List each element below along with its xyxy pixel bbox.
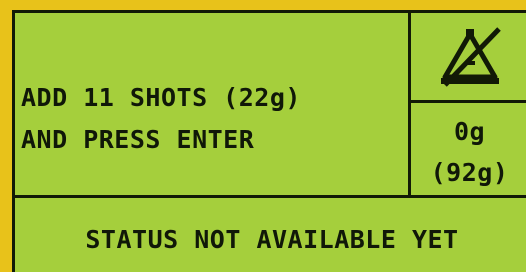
lcd-screen: ADD 11 SHOTS (22g) AND PRESS ENTER 0g (9… xyxy=(12,10,526,272)
status-message: STATUS NOT AVAILABLE YET xyxy=(85,225,459,254)
warning-icon-box xyxy=(411,13,526,101)
status-divider xyxy=(15,195,526,198)
instruction-line-2: AND PRESS ENTER xyxy=(21,125,255,154)
current-weight: 0g xyxy=(453,117,486,146)
crossed-out-weight-warning-icon xyxy=(440,27,501,87)
target-weight: (92g) xyxy=(430,158,509,187)
instruction-line-1: ADD 11 SHOTS (22g) xyxy=(21,83,301,112)
